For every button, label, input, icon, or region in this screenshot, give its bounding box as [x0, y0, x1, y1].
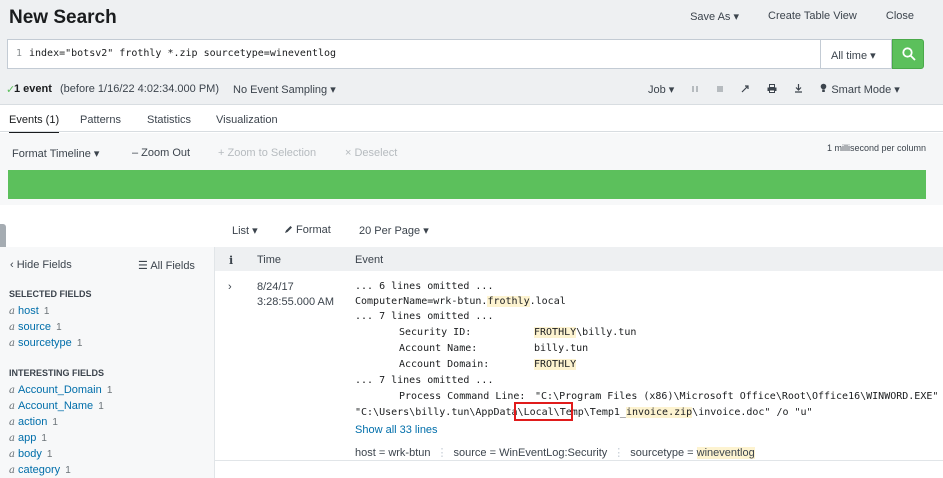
export-icon[interactable] [794, 83, 803, 96]
event-count: 1 event [14, 83, 52, 95]
job-dropdown[interactable]: Job ▾ [648, 83, 674, 96]
meta-sourcetype[interactable]: sourcetype = wineventlog [630, 447, 755, 459]
all-fields-label: All Fields [150, 260, 195, 272]
field-account-domain[interactable]: a Account_Domain 1 [9, 384, 112, 396]
print-icon[interactable] [767, 83, 777, 96]
page-title: New Search [9, 7, 117, 28]
search-button[interactable] [892, 39, 924, 69]
pause-icon[interactable] [691, 84, 699, 96]
meta-host[interactable]: host = wrk-btun [355, 447, 431, 459]
event-time: 8/24/17 3:28:55.000 AM [257, 280, 334, 310]
per-page-dropdown[interactable]: 20 Per Page ▾ [359, 224, 429, 237]
event-line: ComputerName=wrk-btun.frothly.local [355, 296, 566, 307]
deselect-button[interactable]: × Deselect [345, 147, 397, 159]
format-button[interactable]: Format [284, 224, 331, 236]
highlight-term: FROTHLY [534, 327, 577, 338]
search-bar: 1 index="botsv2" frothly *.zip sourcetyp… [0, 36, 943, 72]
event-field-label: Account Domain: [399, 359, 490, 370]
results-tabs: Events (1) Patterns Statistics Visualiza… [0, 106, 943, 135]
field-body[interactable]: a body 1 [9, 448, 52, 460]
timeline-scale: 1 millisecond per column [826, 143, 926, 153]
list-controls: List ▾ Format 20 Per Page ▾ [0, 205, 943, 247]
field-action[interactable]: a action 1 [9, 416, 58, 428]
event-field-label: Account Name: [399, 343, 478, 354]
chevron-left-icon: ‹ [10, 259, 17, 271]
event-date: 8/24/17 [257, 281, 294, 293]
event-field-value: FROTHLY\billy.tun [534, 327, 637, 338]
job-status-bar: ✓ 1 event (before 1/16/22 4:02:34.000 PM… [0, 72, 943, 105]
event-column-header: Event [355, 254, 384, 266]
hide-fields-button[interactable]: ‹ Hide Fields [10, 259, 72, 271]
list-view-dropdown[interactable]: List ▾ [232, 224, 258, 237]
bulb-icon [820, 83, 827, 96]
format-timeline-dropdown[interactable]: Format Timeline ▾ [12, 147, 99, 160]
tab-patterns[interactable]: Patterns [80, 114, 121, 126]
save-as-button[interactable]: Save As ▾ [690, 10, 739, 23]
event-time-note: (before 1/16/22 4:02:34.000 PM) [60, 83, 219, 95]
omitted-lines[interactable]: ... 6 lines omitted ... [355, 281, 493, 292]
event-sampling-dropdown[interactable]: No Event Sampling ▾ [233, 83, 336, 96]
omitted-lines[interactable]: ... 7 lines omitted ... [355, 311, 493, 322]
field-app[interactable]: a app 1 [9, 432, 47, 444]
omitted-lines[interactable]: ... 7 lines omitted ... [355, 375, 493, 386]
share-icon[interactable] [741, 84, 750, 96]
fields-sidebar: ‹ Hide Fields ☰ All Fields SELECTED FIEL… [0, 247, 215, 478]
all-fields-button[interactable]: ☰ All Fields [138, 259, 195, 272]
events-table-header: i Time Event [215, 247, 943, 271]
selected-fields-header: SELECTED FIELDS [9, 289, 92, 299]
highlight-term: FROTHLY [534, 359, 577, 370]
highlight-term: frothly [487, 296, 530, 307]
top-nav: Save As ▾ Create Table View Close [690, 10, 943, 23]
show-all-lines-link[interactable]: Show all 33 lines [355, 424, 438, 436]
event-clock: 3:28:55.000 AM [257, 296, 335, 308]
search-query[interactable]: index="botsv2" frothly *.zip sourcetype=… [29, 48, 336, 59]
field-category[interactable]: a category 1 [9, 464, 71, 476]
meta-source[interactable]: source = WinEventLog:Security [454, 447, 608, 459]
timeline-bar[interactable] [8, 170, 926, 199]
pencil-icon [285, 226, 292, 233]
tab-statistics[interactable]: Statistics [147, 114, 191, 126]
title-bar: New Search Save As ▾ Create Table View C… [0, 0, 943, 36]
highlight-term: invoice.zip [625, 407, 693, 418]
line-number: 1 [16, 48, 23, 59]
event-field-value: billy.tun [534, 343, 589, 354]
event-row: › 8/24/17 3:28:55.000 AM ... 6 lines omi… [215, 271, 943, 461]
zoom-out-button[interactable]: – Zoom Out [132, 147, 190, 159]
event-field-value: "C:\Program Files (x86)\Microsoft Office… [535, 391, 943, 402]
tab-visualization[interactable]: Visualization [216, 114, 278, 126]
chevron-right-icon[interactable]: › [228, 281, 232, 293]
interesting-fields-header: INTERESTING FIELDS [9, 368, 105, 378]
search-icon [902, 47, 916, 61]
stop-icon[interactable] [716, 84, 724, 96]
close-button[interactable]: Close [886, 10, 914, 23]
job-controls: Job ▾ Smart Mode ▾ [648, 83, 917, 96]
event-metadata: host = wrk-btun ⋮ source = WinEventLog:Sec… [355, 447, 755, 459]
create-table-view-button[interactable]: Create Table View [768, 10, 857, 23]
zoom-to-selection-button[interactable]: + Zoom to Selection [218, 147, 316, 159]
timeline-panel: Format Timeline ▾ – Zoom Out + Zoom to S… [0, 133, 943, 205]
event-line: "C:\Users\billy.tun\AppData\Local\Temp\T… [355, 407, 813, 418]
event-field-value: FROTHLY [534, 359, 577, 370]
event-field-label: Security ID: [399, 327, 472, 338]
format-label: Format [296, 224, 331, 236]
field-sourcetype[interactable]: a sourcetype 1 [9, 337, 82, 349]
field-account-name[interactable]: a Account_Name 1 [9, 400, 104, 412]
field-host[interactable]: a host 1 [9, 305, 49, 317]
list-icon: ☰ [138, 260, 151, 272]
annotation-box [514, 402, 573, 421]
field-source[interactable]: a source 1 [9, 321, 62, 333]
time-range-picker[interactable]: All time ▾ [820, 39, 892, 69]
search-input[interactable]: 1 index="botsv2" frothly *.zip sourcetyp… [7, 39, 820, 69]
hide-fields-label: Hide Fields [16, 259, 72, 271]
search-mode-dropdown[interactable]: Smart Mode ▾ [831, 83, 900, 96]
info-column-header: i [229, 254, 234, 267]
time-column-header[interactable]: Time [257, 254, 281, 266]
event-field-label: Process Command Line: [399, 391, 526, 402]
tab-events[interactable]: Events (1) [9, 114, 60, 135]
